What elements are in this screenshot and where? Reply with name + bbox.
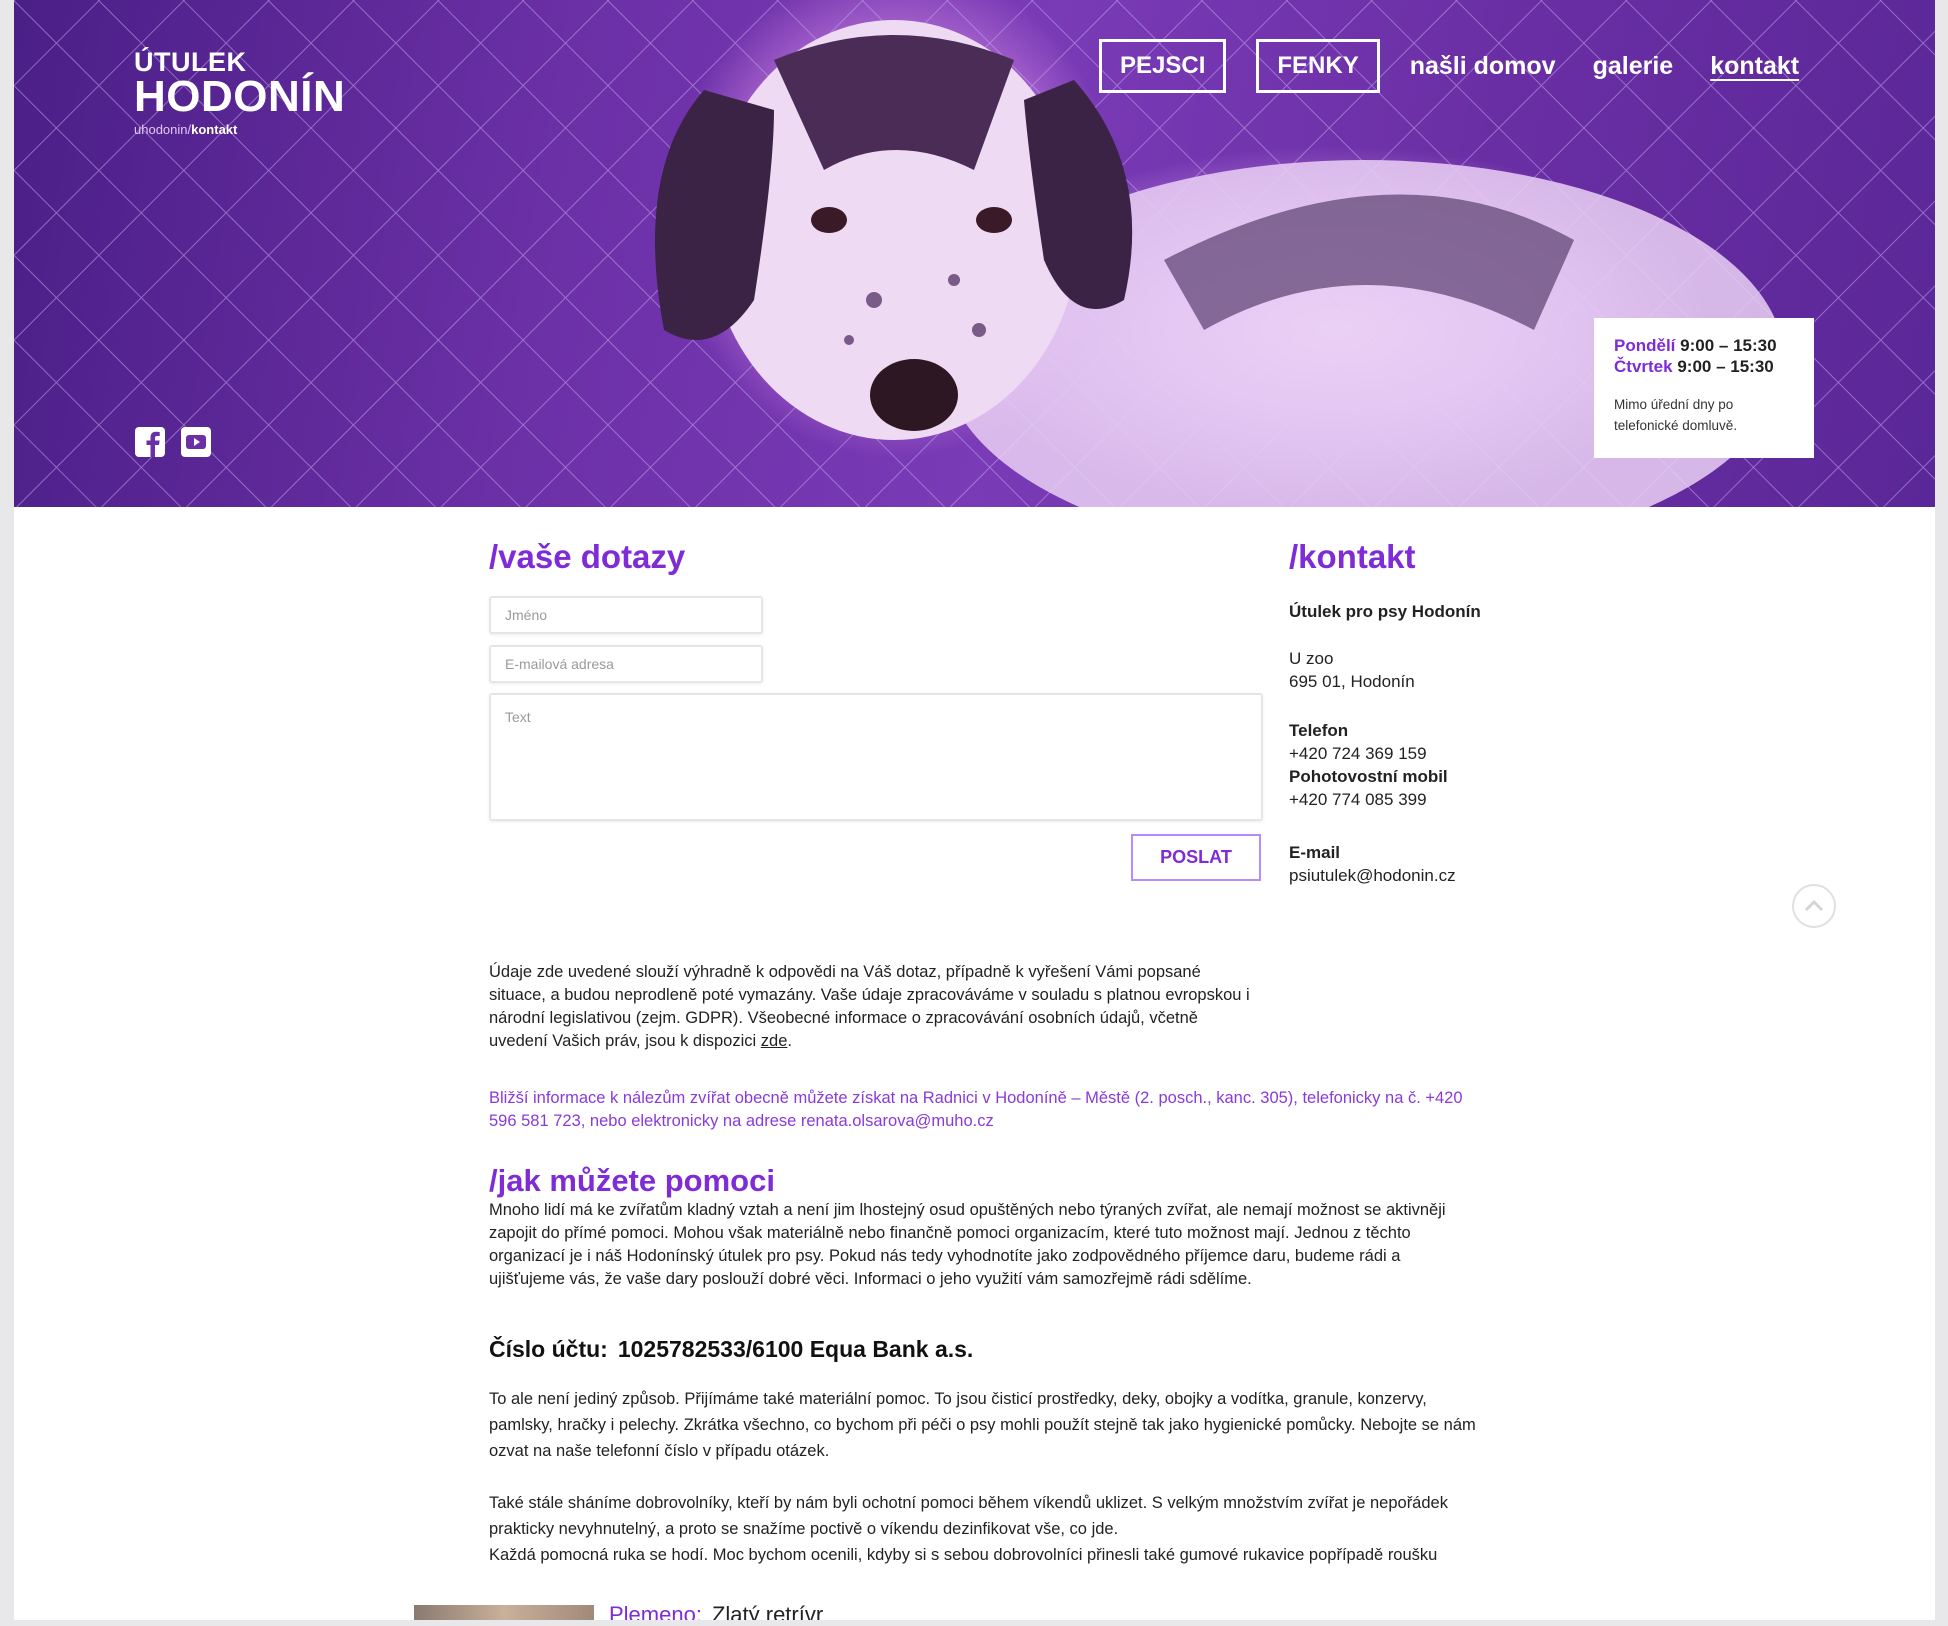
social-links [134, 426, 226, 458]
chevron-up-icon [1804, 899, 1824, 912]
email-label: E-mail [1289, 843, 1341, 862]
hours-note: Mimo úřední dny po telefonické domluvě. [1614, 397, 1738, 433]
hours-day: Pondělí [1614, 336, 1676, 355]
breed-peek: Plemeno: Zlatý retrívr [609, 1602, 823, 1620]
hero-banner: ÚTULEK HODONÍN uhodonin/kontakt PEJSCI F… [14, 0, 1935, 507]
page: ÚTULEK HODONÍN uhodonin/kontakt PEJSCI F… [14, 0, 1935, 1620]
email-value[interactable]: psiutulek@hodonin.cz [1289, 864, 1481, 887]
help-text: Mnoho lidí má ke zvířatům kladný vztah a… [489, 1201, 1446, 1288]
contact-street: U zoo [1289, 649, 1334, 668]
volunteers-text: Také stále sháníme dobrovolníky, kteří b… [489, 1490, 1449, 1568]
phone-value[interactable]: +420 724 369 159 [1289, 742, 1481, 765]
site-logo[interactable]: ÚTULEK HODONÍN [134, 48, 346, 121]
finding-info: Bližší informace k nálezům zvířat obecně… [489, 1089, 1463, 1130]
phone-label: Telefon [1289, 721, 1349, 740]
nav-nasli-domov[interactable]: našli domov [1410, 52, 1556, 81]
hours-row-thursday: Čtvrtek 9:00 – 15:30 [1614, 356, 1794, 377]
scroll-to-top-button[interactable] [1792, 884, 1836, 928]
hours-time: 9:00 – 15:30 [1677, 357, 1774, 376]
breadcrumb: uhodonin/kontakt [134, 122, 237, 137]
logo-line2: HODONÍN [134, 72, 346, 121]
breed-label: Plemeno: [609, 1602, 702, 1620]
email-input[interactable]: E-mailová adresa [489, 645, 763, 683]
mobile-value[interactable]: +420 774 085 399 [1289, 788, 1481, 811]
main-nav: PEJSCI FENKY našli domov galerie kontakt [1099, 39, 1799, 93]
material-help-text: To ale není jediný způsob. Přijímáme tak… [489, 1390, 1476, 1460]
nav-pejsci[interactable]: PEJSCI [1099, 39, 1227, 93]
dog-thumbnail [414, 1605, 594, 1620]
form-title: /vaše dotazy [489, 538, 686, 575]
help-title: /jak můžete pomoci [489, 1163, 775, 1198]
contact-city: 695 01, Hodonín [1289, 672, 1415, 691]
account-label: Číslo účtu: [489, 1336, 608, 1362]
volunteers-text-1: Také stále sháníme dobrovolníky, kteří b… [489, 1494, 1448, 1538]
contact-org: Útulek pro psy Hodonín [1289, 602, 1481, 621]
message-textarea[interactable]: Text [489, 693, 1263, 821]
hours-time: 9:00 – 15:30 [1680, 336, 1777, 355]
mobile-label: Pohotovostní mobil [1289, 767, 1448, 786]
breadcrumb-current: kontakt [191, 122, 238, 137]
gdpr-end: . [787, 1032, 792, 1050]
nav-kontakt[interactable]: kontakt [1710, 52, 1799, 81]
opening-hours-card: Pondělí 9:00 – 15:30 Čtvrtek 9:00 – 15:3… [1594, 318, 1814, 458]
facebook-icon[interactable] [134, 426, 166, 458]
name-input[interactable]: Jméno [489, 596, 763, 634]
gdpr-notice: Údaje zde uvedené slouží výhradně k odpo… [489, 961, 1259, 1053]
contact-info: Útulek pro psy Hodonín U zoo 695 01, Hod… [1289, 600, 1481, 887]
account-value: 1025782533/6100 Equa Bank a.s. [617, 1336, 974, 1362]
volunteers-text-2: Každá pomocná ruka se hodí. Moc bychom o… [489, 1546, 1438, 1564]
bank-account: Číslo účtu: 1025782533/6100 Equa Bank a.s… [489, 1336, 973, 1363]
hours-row-monday: Pondělí 9:00 – 15:30 [1614, 335, 1794, 356]
gdpr-text: Údaje zde uvedené slouží výhradně k odpo… [489, 963, 1250, 1050]
nav-galerie[interactable]: galerie [1593, 52, 1674, 81]
youtube-icon[interactable] [180, 426, 212, 458]
breed-value: Zlatý retrívr [711, 1602, 824, 1620]
contact-title: /kontakt [1289, 538, 1416, 575]
breadcrumb-parent[interactable]: uhodonin [134, 122, 188, 137]
gdpr-link[interactable]: zde [761, 1032, 788, 1050]
nav-fenky[interactable]: FENKY [1256, 39, 1380, 93]
hours-day: Čtvrtek [1614, 357, 1673, 376]
send-button[interactable]: POSLAT [1131, 834, 1261, 881]
